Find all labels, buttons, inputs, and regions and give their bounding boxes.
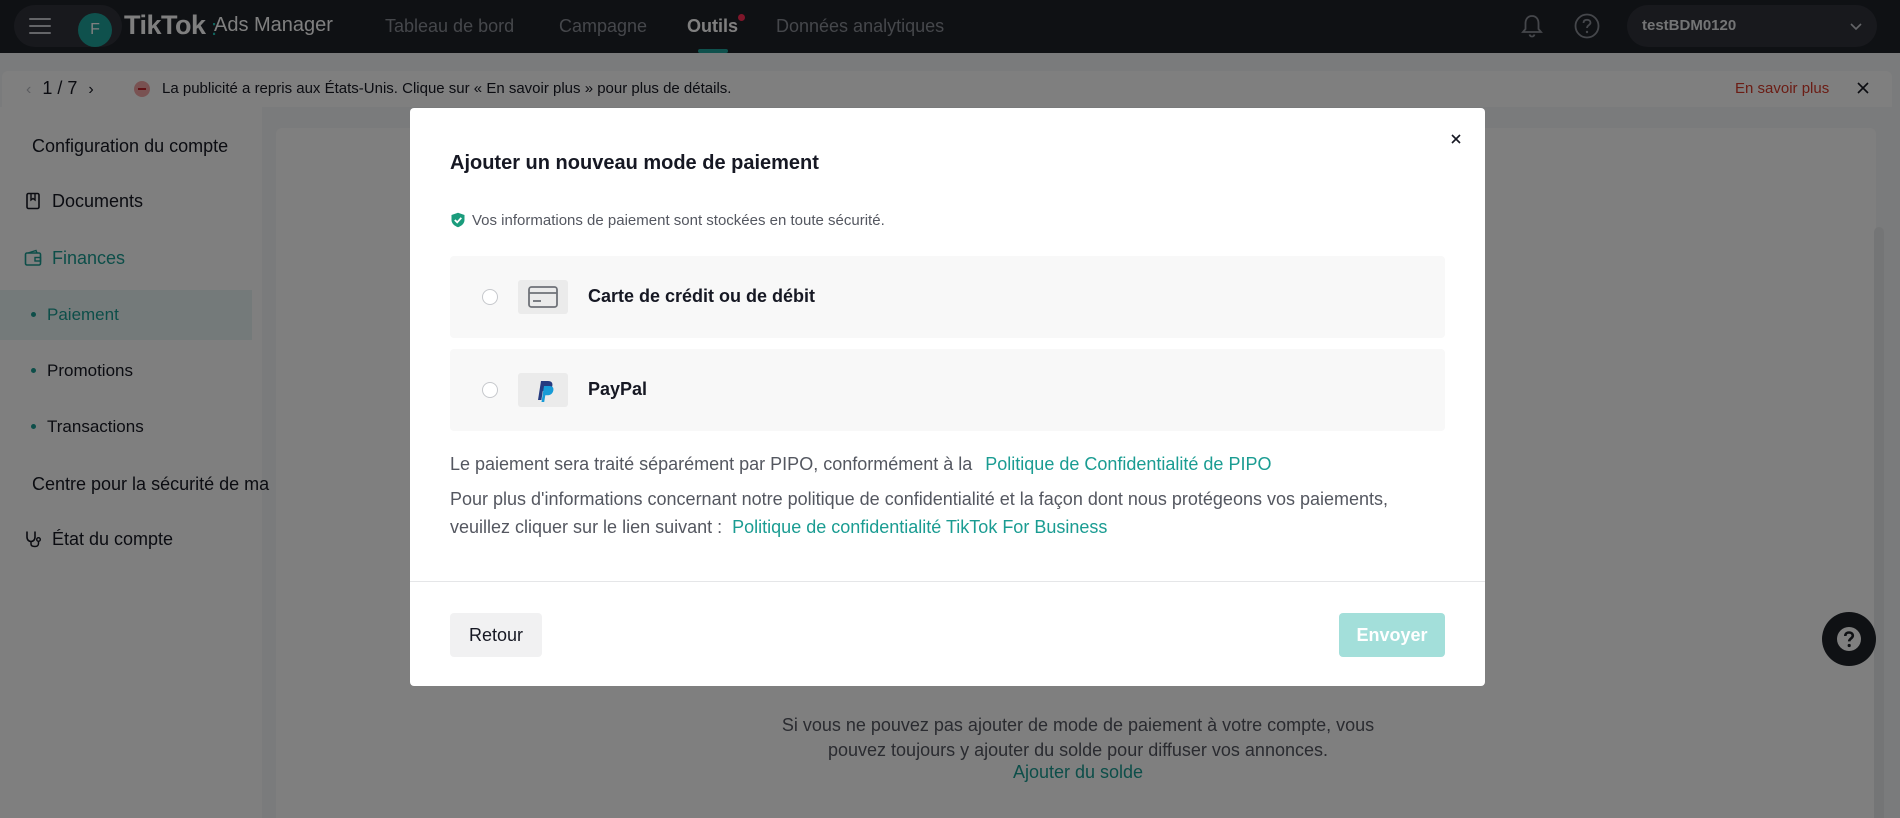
privacy-info-text: veuillez cliquer sur le lien suivant : — [450, 517, 723, 537]
paypal-radio[interactable] — [482, 382, 498, 398]
submit-button[interactable]: Envoyer — [1339, 613, 1445, 657]
payment-option-card[interactable]: Carte de crédit ou de débit — [450, 256, 1445, 338]
card-radio[interactable] — [482, 289, 498, 305]
credit-card-icon — [518, 280, 568, 314]
add-payment-method-dialog: Ajouter un nouveau mode de paiement Vos … — [410, 108, 1485, 686]
payment-option-label: PayPal — [588, 379, 648, 399]
pipo-notice: Le paiement sera traité séparément par P… — [450, 454, 1271, 475]
close-icon[interactable] — [1449, 132, 1463, 146]
pipo-privacy-link[interactable]: Politique de Confidentialité de PIPO — [985, 454, 1271, 474]
payment-option-paypal[interactable]: PayPal — [450, 349, 1445, 431]
paypal-icon — [518, 373, 568, 407]
privacy-info-line-1: Pour plus d'informations concernant notr… — [450, 489, 1389, 509]
tiktok-business-privacy-link[interactable]: Politique de confidentialité TikTok For … — [732, 517, 1107, 537]
shield-check-icon — [451, 212, 465, 228]
secure-storage-note: Vos informations de paiement sont stocké… — [450, 212, 885, 229]
pipo-notice-text: Le paiement sera traité séparément par P… — [450, 454, 973, 474]
dialog-title: Ajouter un nouveau mode de paiement — [450, 152, 819, 174]
payment-option-label: Carte de crédit ou de débit — [588, 286, 816, 306]
secure-note-text: Vos informations de paiement sont stocké… — [472, 212, 885, 229]
privacy-info-line-2: veuillez cliquer sur le lien suivant : P… — [450, 517, 1107, 538]
dialog-divider — [410, 581, 1485, 582]
back-button[interactable]: Retour — [450, 613, 542, 657]
